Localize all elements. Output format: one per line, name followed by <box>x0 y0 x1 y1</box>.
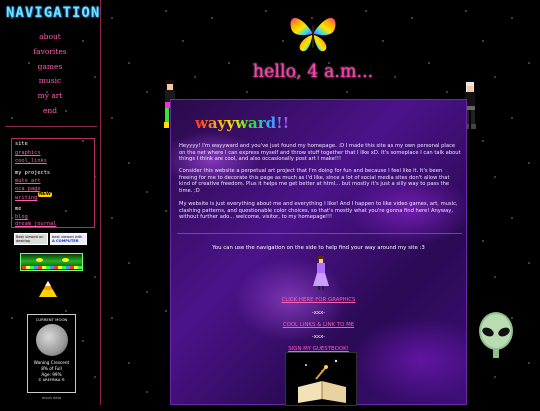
nav-link-music[interactable]: music <box>0 74 100 89</box>
sidebar: NAVIGATION about favorites games music m… <box>0 0 101 405</box>
cool-links-link[interactable]: COOL LINKS & LINK TO ME <box>283 322 354 328</box>
computer-badge-emph: A COMPUTER <box>52 239 79 243</box>
site-link-blog[interactable]: blog <box>15 214 28 220</box>
site-link-writing[interactable]: writing <box>15 195 37 201</box>
graphics-link[interactable]: CLICK HERE FOR GRAPHICS <box>282 297 356 303</box>
intro-paragraph: Heyyyy! I'm wayyward and you've just fou… <box>179 143 461 163</box>
graphics-link-row: CLICK HERE FOR GRAPHICS <box>171 297 466 303</box>
cool-links-row: COOL LINKS & LINK TO ME <box>171 322 466 328</box>
nav-link-about[interactable]: about <box>0 30 100 45</box>
moon-phase-widget: CURRENT MOON Waning Crescent 8% of Full … <box>27 314 76 393</box>
page-title: wayyward!! <box>195 114 290 132</box>
navigation-hint: You can use the navigation on the side t… <box>212 245 425 251</box>
welcome-paragraph: My website is just everything about me a… <box>179 201 458 221</box>
site-links-box: site graphics cool links my projects mut… <box>11 138 95 228</box>
moon-age: Age: 99% <box>41 372 62 377</box>
sidebar-divider <box>5 126 97 127</box>
greeting-heading: hello, 4 a.m... <box>252 62 374 82</box>
site-link-oca-page[interactable]: oca page <box>15 186 41 192</box>
best-viewed-desktop-badge: Best viewed on desktop <box>14 233 48 245</box>
moon-footer: moon data <box>41 396 62 400</box>
main-content-panel: wayyward!! Heyyyy! I'm wayyward and you'… <box>170 99 467 406</box>
nav-link-games[interactable]: games <box>0 60 100 75</box>
navigation-title: NAVIGATION <box>6 5 101 21</box>
nav-link-favorites[interactable]: favorites <box>0 45 100 60</box>
project-paragraph: Consider this website a perpetual art pr… <box>179 168 450 194</box>
moon-icon <box>36 324 68 356</box>
site-link-cool-links[interactable]: cool links <box>15 158 47 164</box>
me-heading: me <box>15 206 22 212</box>
nav-link-my-art[interactable]: my art <box>0 89 100 104</box>
new-badge: NEW <box>38 192 52 197</box>
best-viewed-computer-badge: best viewed with A COMPUTER <box>50 233 87 245</box>
site-link-dream-journal[interactable]: dream journal <box>15 221 56 227</box>
nav-link-end[interactable]: end <box>0 104 100 119</box>
pixel-dancer-icon <box>313 256 329 290</box>
moon-phase: Waning Crescent <box>33 360 70 365</box>
cat-eye-icon <box>36 258 43 262</box>
cat-eye-icon <box>62 258 69 262</box>
separator-text: -xxx- <box>311 334 326 340</box>
alien-head-icon <box>479 312 513 358</box>
content-divider <box>177 233 462 234</box>
blinkie-stripe <box>22 266 82 269</box>
moon-percent: 8% of Full <box>41 366 62 371</box>
site-link-mute-art[interactable]: mute art <box>15 178 41 184</box>
separator-text: -xxx- <box>311 310 326 316</box>
magic-book-image <box>285 352 357 406</box>
moon-credit: © AREFRIKA ® <box>37 378 66 382</box>
projects-heading: my projects <box>15 170 51 176</box>
desktop-badge-text: Best viewed on desktop <box>16 235 44 243</box>
candy-corn-icon <box>39 281 57 297</box>
cat-eyes-banner <box>20 253 83 271</box>
rainbow-butterfly-icon <box>290 18 336 52</box>
sidebar-nav: about favorites games music my art end <box>0 30 100 119</box>
open-book-icon <box>298 359 346 403</box>
site-link-graphics[interactable]: graphics <box>15 150 41 156</box>
site-heading: site <box>15 141 28 147</box>
moon-title: CURRENT MOON <box>35 317 68 322</box>
